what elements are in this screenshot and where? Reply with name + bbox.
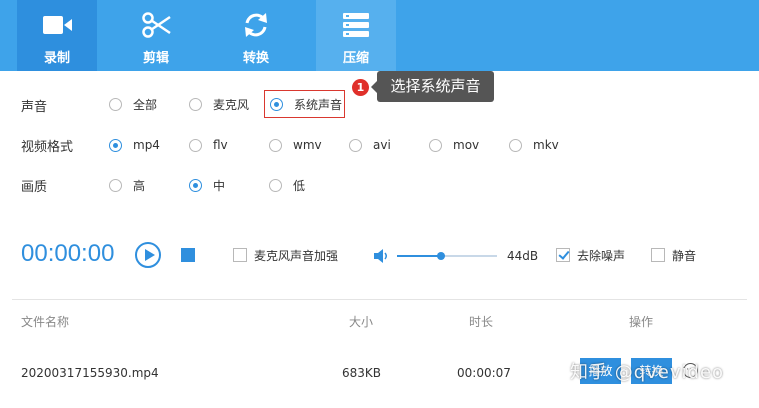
tool-record-label: 录制: [43, 51, 70, 66]
radio-dot: [269, 178, 282, 192]
format-option-avi-label: avi: [373, 138, 391, 152]
mute-label: 静音: [672, 248, 697, 263]
divider: [12, 299, 747, 300]
volume-slider-knob[interactable]: [437, 252, 445, 260]
checkbox-box: [233, 248, 247, 262]
tool-convert[interactable]: 转换: [216, 0, 296, 71]
volume-value: 44dB: [507, 249, 539, 263]
quality-option-low-label: 低: [293, 178, 306, 193]
tool-compress-label: 压缩: [342, 51, 369, 66]
format-option-wmv-label: wmv: [293, 138, 322, 152]
main-toolbar: 录制 剪辑 转换 压缩: [0, 0, 759, 71]
quality-option-high-label: 高: [133, 178, 146, 193]
stop-button[interactable]: [181, 248, 195, 262]
column-header-duration: 时长: [469, 315, 494, 329]
audio-option-mic-label: 麦克风: [213, 97, 250, 112]
radio-dot: [189, 97, 202, 111]
checkbox-box-checked: [556, 248, 570, 262]
column-header-name: 文件名称: [21, 315, 70, 329]
radio-dot-selected: [109, 138, 122, 152]
mic-boost-checkbox[interactable]: 麦克风声音加强: [233, 247, 338, 263]
format-option-flv[interactable]: flv: [189, 136, 228, 154]
format-option-mkv[interactable]: mkv: [509, 136, 559, 154]
refresh-icon: [245, 13, 267, 37]
quality-option-low[interactable]: 低: [269, 176, 305, 194]
mute-checkbox[interactable]: 静音: [651, 247, 696, 263]
volume-slider[interactable]: [397, 252, 497, 260]
tool-convert-label: 转换: [242, 51, 269, 66]
radio-dot: [509, 138, 522, 152]
quality-label: 画质: [21, 180, 48, 195]
tool-edit[interactable]: 剪辑: [116, 0, 196, 71]
quality-option-medium-label: 中: [213, 178, 226, 193]
column-header-size: 大小: [349, 315, 374, 329]
format-option-avi[interactable]: avi: [349, 136, 391, 154]
step-badge: 1: [352, 79, 369, 96]
audio-label: 声音: [21, 100, 48, 115]
scissors-icon: [142, 12, 171, 38]
format-option-mov[interactable]: mov: [429, 136, 479, 154]
file-name: 20200317155930.mp4: [21, 366, 159, 380]
quality-option-high[interactable]: 高: [109, 176, 145, 194]
compress-icon: [343, 13, 369, 37]
video-camera-icon: [43, 16, 72, 34]
record-timer: 00:00:00: [21, 240, 115, 267]
play-button[interactable]: [135, 242, 161, 268]
format-option-flv-label: flv: [213, 138, 228, 152]
column-header-actions: 操作: [629, 315, 654, 329]
format-option-mov-label: mov: [453, 138, 480, 152]
denoise-label: 去除噪声: [577, 248, 626, 263]
format-option-mp4-label: mp4: [133, 138, 160, 152]
format-option-mp4[interactable]: mp4: [109, 136, 160, 154]
format-label: 视频格式: [21, 140, 74, 155]
tool-compress[interactable]: 压缩: [316, 0, 396, 71]
audio-option-all-label: 全部: [133, 97, 158, 112]
checkbox-box: [651, 248, 665, 262]
radio-dot-selected: [189, 178, 202, 192]
volume-slider-fill: [397, 255, 441, 257]
format-option-wmv[interactable]: wmv: [269, 136, 322, 154]
volume-icon[interactable]: [373, 248, 389, 264]
mic-boost-label: 麦克风声音加强: [254, 248, 339, 263]
file-duration: 00:00:07: [457, 366, 511, 380]
audio-option-all[interactable]: 全部: [109, 95, 157, 113]
radio-dot: [429, 138, 442, 152]
highlight-box: [264, 90, 345, 118]
watermark: 知乎 @qvevideo: [570, 362, 725, 383]
format-option-mkv-label: mkv: [533, 138, 559, 152]
file-size: 683KB: [342, 366, 382, 380]
audio-option-mic[interactable]: 麦克风: [189, 95, 249, 113]
denoise-checkbox[interactable]: 去除噪声: [556, 247, 625, 263]
quality-option-medium[interactable]: 中: [189, 176, 225, 194]
tooltip: 选择系统声音: [371, 71, 494, 102]
radio-dot: [269, 138, 282, 152]
radio-dot: [189, 138, 202, 152]
tool-record[interactable]: 录制: [17, 0, 97, 71]
radio-dot: [109, 97, 122, 111]
radio-dot: [349, 138, 362, 152]
tool-edit-label: 剪辑: [142, 51, 169, 66]
radio-dot: [109, 178, 122, 192]
